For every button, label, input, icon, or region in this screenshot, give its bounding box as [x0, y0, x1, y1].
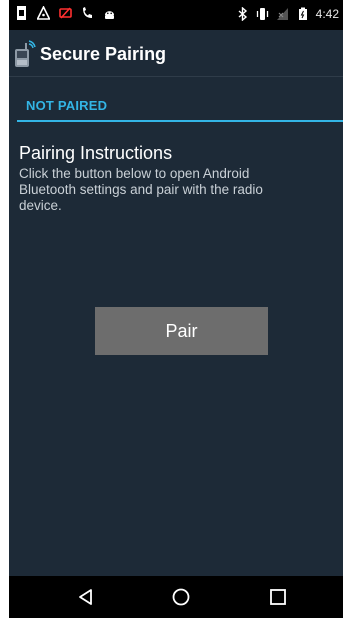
phone-screen: 4:42 Secure Pairing NOT PAIRED Pairing I… — [9, 0, 343, 618]
bluetooth-icon — [238, 7, 247, 21]
phone-call-icon — [83, 7, 92, 18]
radio-bluetooth-icon — [15, 40, 36, 67]
android-icon — [105, 11, 114, 19]
instructions-title: Pairing Instructions — [19, 143, 173, 163]
recents-icon — [270, 589, 286, 605]
warning-triangle-icon — [37, 6, 50, 20]
navigation-bar — [9, 576, 343, 618]
vibrate-icon — [256, 8, 268, 20]
status-bar-system: 4:42 — [236, 6, 339, 22]
missed-call-icon — [59, 7, 72, 19]
notification-icon — [17, 6, 26, 20]
no-signal-icon — [276, 8, 288, 20]
pairing-status: NOT PAIRED — [26, 98, 108, 113]
back-icon — [79, 589, 92, 605]
status-bar-notifications — [15, 6, 116, 20]
app-title: Secure Pairing — [40, 44, 167, 64]
status-bar: 4:42 — [9, 0, 343, 30]
recents-button[interactable] — [268, 587, 288, 607]
app-bar-divider — [9, 76, 343, 77]
battery-icon — [298, 7, 307, 20]
status-bar-time: 4:42 — [315, 7, 339, 21]
home-button[interactable] — [171, 587, 191, 607]
pair-button[interactable]: Pair — [95, 307, 268, 355]
back-button[interactable] — [76, 587, 96, 607]
instructions-text: Click the button below to open Android B… — [19, 166, 263, 213]
app-bar: Secure Pairing — [9, 30, 343, 76]
home-icon — [172, 588, 190, 606]
status-divider — [17, 120, 343, 122]
